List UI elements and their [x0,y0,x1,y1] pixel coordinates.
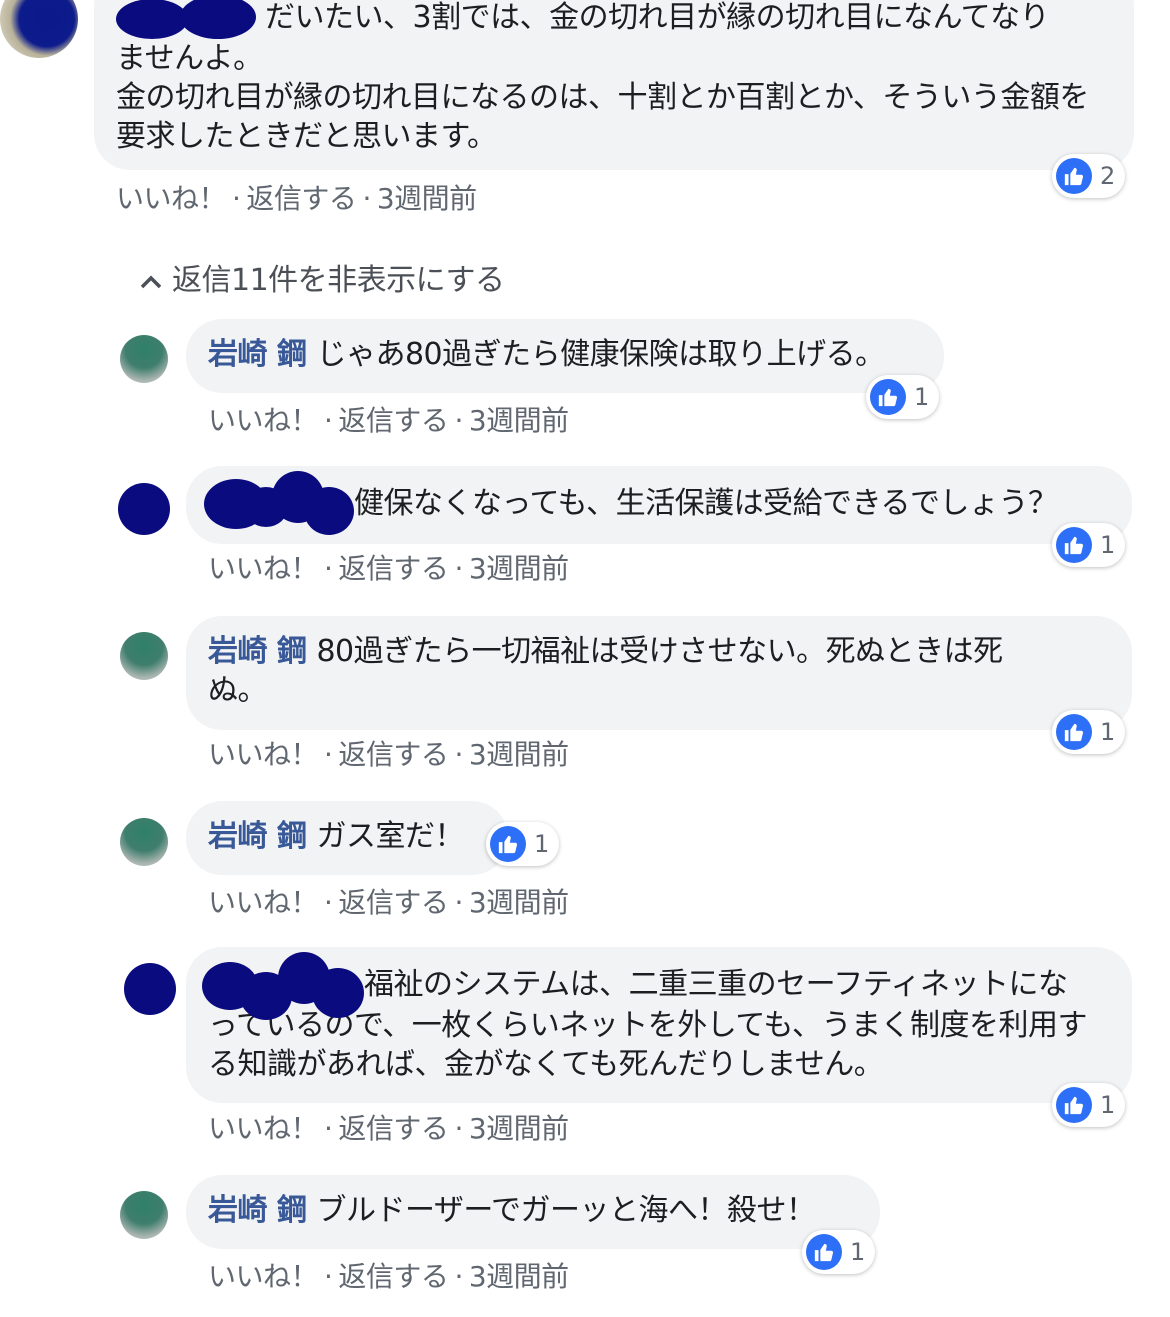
comment-bubble: 岩崎 鋼ガス室だ！ [186,801,508,875]
timestamp[interactable]: 3週間前 [469,404,569,437]
comment-actions: いいね！ · 返信する · 3週間前 [208,738,569,771]
timestamp[interactable]: 3週間前 [377,182,477,215]
comment-text: 80過ぎたら一切福祉は受けさせない。死ぬときは死ぬ。 [208,634,1003,708]
reaction-number: 1 [914,383,930,411]
avatar[interactable] [120,335,168,383]
like-link[interactable]: いいね！ [116,182,227,215]
comment-bubble: 岩崎 鋼 80過ぎたら一切福祉は受けさせない。死ぬときは死ぬ。 [186,616,1132,730]
reaction-count[interactable]: 1 [1052,1083,1126,1127]
hide-replies-label: 返信11件を非表示にする [172,263,505,298]
reaction-number: 2 [1100,162,1116,190]
reaction-count[interactable]: 1 [1052,523,1126,567]
timestamp[interactable]: 3週間前 [469,886,569,919]
like-reaction-icon [1056,158,1092,194]
comment-bubble: 福祉のシステムは、二重三重のセーフティネットになっているので、一枚くらいネットを… [186,947,1132,1103]
like-link[interactable]: いいね！ [208,1112,319,1145]
reaction-number: 1 [534,830,550,858]
reply-link[interactable]: 返信する [338,886,449,919]
comment-bubble: 岩崎 鋼ブルドーザーでガーッと海へ！殺せ！ [186,1175,880,1249]
comment-actions: いいね！ · 返信する · 3週間前 [208,1260,569,1293]
redacted-name [204,470,354,535]
comment-actions: いいね！ · 返信する · 3週間前 [208,404,569,437]
reaction-count[interactable]: 2 [1052,154,1126,198]
comment-text: ガス室だ！ [316,819,464,854]
like-link[interactable]: いいね！ [208,552,319,585]
avatar[interactable] [0,0,78,58]
like-reaction-icon [1056,527,1092,563]
comment-bubble: 岩崎 鋼じゃあ80過ぎたら健康保険は取り上げる。 [186,319,944,393]
comment-text: ませんよ。 金の切れ目が縁の切れ目になるのは、十割とか百割とか、そういう金額を要… [116,40,1089,154]
author-name[interactable]: 岩崎 鋼 [208,337,307,372]
avatar[interactable] [124,963,176,1015]
comment-text-line1: だいたい、3割では、金の切れ目が縁の切れ目になんてなり [265,0,1050,35]
reaction-count[interactable]: 1 [866,375,940,419]
comment-actions: いいね！ · 返信する · 3週間前 [208,1112,569,1145]
like-reaction-icon [870,379,906,415]
author-name[interactable]: 岩崎 鋼 [208,1193,307,1228]
reaction-number: 1 [1100,718,1116,746]
reply-link[interactable]: 返信する [338,404,449,437]
redacted-name [202,951,364,1020]
author-name[interactable]: 岩崎 鋼 [208,819,307,854]
comment-actions: いいね！ · 返信する · 3週間前 [208,552,569,585]
reply-link[interactable]: 返信する [338,738,449,771]
reaction-count[interactable]: 1 [1052,710,1126,754]
timestamp[interactable]: 3週間前 [469,738,569,771]
reply-link[interactable]: 返信する [338,1260,449,1293]
comment-bubble: だいたい、3割では、金の切れ目が縁の切れ目になんてなり ませんよ。 金の切れ目が… [94,0,1134,170]
reaction-count[interactable]: 1 [486,822,560,866]
reaction-number: 1 [1100,531,1116,559]
chevron-up-icon [140,267,162,297]
like-reaction-icon [806,1234,842,1270]
like-reaction-icon [490,826,526,862]
like-reaction-icon [1056,1087,1092,1123]
comment-actions: いいね！ · 返信する · 3週間前 [208,886,569,919]
reply-link[interactable]: 返信する [246,182,357,215]
avatar[interactable] [118,483,170,535]
like-reaction-icon [1056,714,1092,750]
comment-bubble: 健保なくなっても、生活保護は受給できるでしょう？ [186,466,1132,544]
like-link[interactable]: いいね！ [208,738,319,771]
like-link[interactable]: いいね！ [208,404,319,437]
hide-replies-toggle[interactable]: 返信11件を非表示にする [140,255,505,299]
avatar[interactable] [120,818,168,866]
comment-actions: いいね！ · 返信する · 3週間前 [116,182,477,215]
comment-text: ブルドーザーでガーッと海へ！殺せ！ [316,1193,816,1228]
reaction-number: 1 [850,1238,866,1266]
reaction-count[interactable]: 1 [802,1230,876,1274]
reaction-number: 1 [1100,1091,1116,1119]
avatar[interactable] [120,632,168,680]
like-link[interactable]: いいね！ [208,1260,319,1293]
timestamp[interactable]: 3週間前 [469,1112,569,1145]
timestamp[interactable]: 3週間前 [469,552,569,585]
like-link[interactable]: いいね！ [208,886,319,919]
avatar[interactable] [120,1191,168,1239]
reply-link[interactable]: 返信する [338,552,449,585]
timestamp[interactable]: 3週間前 [469,1260,569,1293]
comment-text: 健保なくなっても、生活保護は受給できるでしょう？ [354,486,1058,521]
redacted-name [116,0,256,39]
author-name[interactable]: 岩崎 鋼 [208,634,307,669]
comment-text: じゃあ80過ぎたら健康保険は取り上げる。 [316,337,885,372]
reply-link[interactable]: 返信する [338,1112,449,1145]
